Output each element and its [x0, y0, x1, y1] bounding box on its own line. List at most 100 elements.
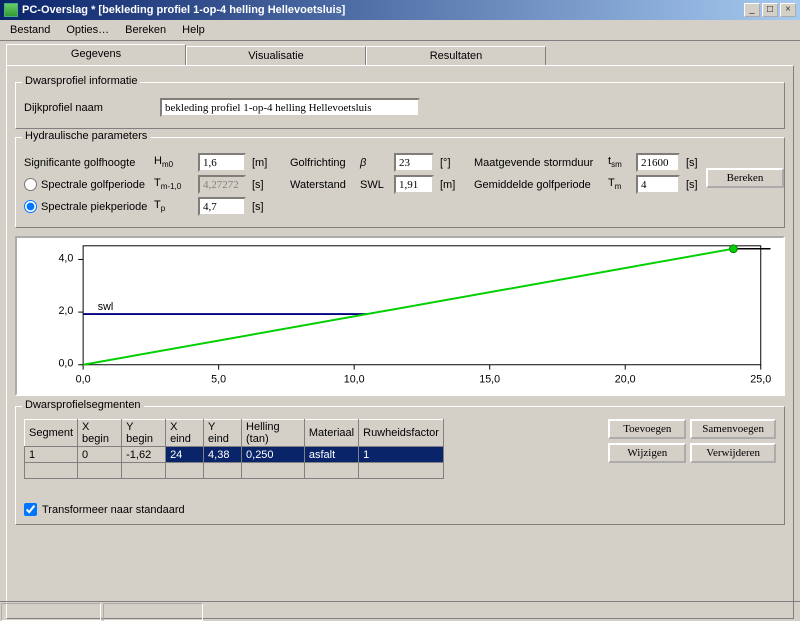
label-gem-golfperiode: Gemiddelde golfperiode [474, 179, 602, 191]
tab-visualisatie[interactable]: Visualisatie [186, 46, 366, 65]
segments-buttons: Toevoegen Samenvoegen Wijzigen Verwijder… [608, 419, 776, 463]
radio-spectrale-golfperiode-input[interactable] [24, 178, 37, 191]
tab-strip: Gegevens Visualisatie Resultaten [0, 41, 800, 65]
input-swl[interactable] [394, 175, 434, 194]
toevoegen-button[interactable]: Toevoegen [608, 419, 686, 439]
unit-hm0: [m] [252, 157, 266, 169]
group-dwarsprofiel-info: Dwarsprofiel informatie Dijkprofiel naam [15, 82, 785, 129]
samenvoegen-button[interactable]: Samenvoegen [690, 419, 776, 439]
tab-gegevens[interactable]: Gegevens [6, 44, 186, 65]
xtick-4: 20,0 [615, 373, 636, 385]
tab-panel-gegevens: Dwarsprofiel informatie Dijkprofiel naam… [6, 65, 794, 619]
label-dijkprofiel-naam: Dijkprofiel naam [24, 102, 154, 114]
checkbox-transformeer[interactable] [24, 503, 37, 516]
legend-segments: Dwarsprofielsegmenten [22, 399, 144, 411]
menu-help[interactable]: Help [176, 22, 211, 38]
ytick-2: 4,0 [58, 252, 73, 264]
group-segments: Dwarsprofielsegmenten Segment X begin Y … [15, 406, 785, 525]
hdr-ybegin[interactable]: Y begin [122, 420, 166, 447]
input-beta[interactable] [394, 153, 434, 172]
radio-spectrale-piekperiode[interactable]: Spectrale piekperiode [24, 200, 148, 213]
sym-swl: SWL [360, 179, 388, 191]
segments-header-row: Segment X begin Y begin X eind Y eind He… [25, 420, 444, 447]
close-button[interactable]: × [780, 3, 796, 17]
table-row[interactable]: 1 0 -1,62 24 4,38 0,250 asfalt 1 [25, 447, 444, 463]
label-sig-golfhoogte: Significante golfhoogte [24, 157, 148, 169]
hdr-segment[interactable]: Segment [25, 420, 78, 447]
unit-beta: [°] [440, 157, 454, 169]
label-transformeer: Transformeer naar standaard [42, 504, 185, 516]
profile-end-marker [730, 245, 738, 253]
swl-label: swl [98, 301, 113, 313]
cell-xbegin[interactable]: 0 [78, 447, 122, 463]
hdr-ruwheidsfactor[interactable]: Ruwheidsfactor [359, 420, 444, 447]
menu-opties[interactable]: Opties… [60, 22, 115, 38]
radio-spectrale-piekperiode-input[interactable] [24, 200, 37, 213]
label-spectrale-piekperiode: Spectrale piekperiode [41, 201, 147, 213]
xtick-1: 5,0 [211, 373, 226, 385]
ytick-1: 2,0 [58, 305, 73, 317]
label-spectrale-golfperiode: Spectrale golfperiode [41, 179, 145, 191]
cell-yeind[interactable]: 4,38 [204, 447, 242, 463]
hdr-yeind[interactable]: Y eind [204, 420, 242, 447]
input-tp[interactable] [198, 197, 246, 216]
unit-swl: [m] [440, 179, 454, 191]
input-dijkprofiel-naam[interactable] [160, 98, 420, 117]
hdr-xbegin[interactable]: X begin [78, 420, 122, 447]
sym-tm10: Tm-1,0 [154, 177, 192, 191]
hdr-helling[interactable]: Helling (tan) [242, 420, 305, 447]
ytick-0: 0,0 [58, 358, 73, 370]
legend-dwarsprofiel-info: Dwarsprofiel informatie [22, 75, 140, 87]
tab-resultaten[interactable]: Resultaten [366, 46, 546, 65]
title-bar: PC-Overslag * [bekleding profiel 1-op-4 … [0, 0, 800, 20]
radio-spectrale-golfperiode[interactable]: Spectrale golfperiode [24, 178, 148, 191]
cell-segment[interactable]: 1 [25, 447, 78, 463]
label-stormduur: Maatgevende stormduur [474, 157, 602, 169]
label-waterstand: Waterstand [290, 179, 354, 191]
app-icon [4, 3, 18, 17]
table-row[interactable] [25, 463, 444, 479]
status-cell-1 [1, 603, 101, 621]
maximize-button[interactable]: □ [762, 3, 778, 17]
wijzigen-button[interactable]: Wijzigen [608, 443, 686, 463]
segments-table[interactable]: Segment X begin Y begin X eind Y eind He… [24, 419, 444, 479]
verwijderen-button[interactable]: Verwijderen [690, 443, 776, 463]
cell-xeind[interactable]: 24 [166, 447, 204, 463]
sym-beta: β [360, 157, 388, 169]
menu-bestand[interactable]: Bestand [4, 22, 56, 38]
window-title: PC-Overslag * [bekleding profiel 1-op-4 … [22, 4, 345, 16]
unit-tm10: [s] [252, 179, 266, 191]
profile-chart: 0,0 2,0 4,0 0,0 5,0 10,0 15,0 20,0 25,0 … [15, 236, 785, 396]
input-tm[interactable] [636, 175, 680, 194]
xtick-0: 0,0 [76, 373, 91, 385]
menu-bereken[interactable]: Bereken [119, 22, 172, 38]
xtick-5: 25,0 [750, 373, 771, 385]
menu-bar: Bestand Opties… Bereken Help [0, 20, 800, 41]
xtick-3: 15,0 [479, 373, 500, 385]
hdr-materiaal[interactable]: Materiaal [304, 420, 358, 447]
xtick-2: 10,0 [344, 373, 365, 385]
unit-tsm: [s] [686, 157, 700, 169]
sym-tm: Tm [608, 177, 630, 191]
unit-tm: [s] [686, 179, 700, 191]
unit-tp: [s] [252, 201, 266, 213]
cell-materiaal[interactable]: asfalt [304, 447, 358, 463]
input-tsm[interactable] [636, 153, 680, 172]
profile-chart-svg: 0,0 2,0 4,0 0,0 5,0 10,0 15,0 20,0 25,0 … [17, 238, 783, 394]
status-bar [0, 601, 800, 621]
sym-tsm: tsm [608, 155, 630, 169]
cell-helling[interactable]: 0,250 [242, 447, 305, 463]
cell-ruw[interactable]: 1 [359, 447, 444, 463]
sym-tp: Tp [154, 199, 192, 213]
bereken-button[interactable]: Bereken [706, 168, 784, 188]
sym-hm0: Hm0 [154, 155, 192, 169]
hdr-xeind[interactable]: X eind [166, 420, 204, 447]
input-tm10 [198, 175, 246, 194]
cell-ybegin[interactable]: -1,62 [122, 447, 166, 463]
label-golfrichting: Golfrichting [290, 157, 354, 169]
minimize-button[interactable]: _ [744, 3, 760, 17]
legend-hydraulische: Hydraulische parameters [22, 130, 150, 142]
input-hm0[interactable] [198, 153, 246, 172]
status-cell-2 [103, 603, 203, 621]
group-hydraulische-parameters: Hydraulische parameters Significante gol… [15, 137, 785, 228]
